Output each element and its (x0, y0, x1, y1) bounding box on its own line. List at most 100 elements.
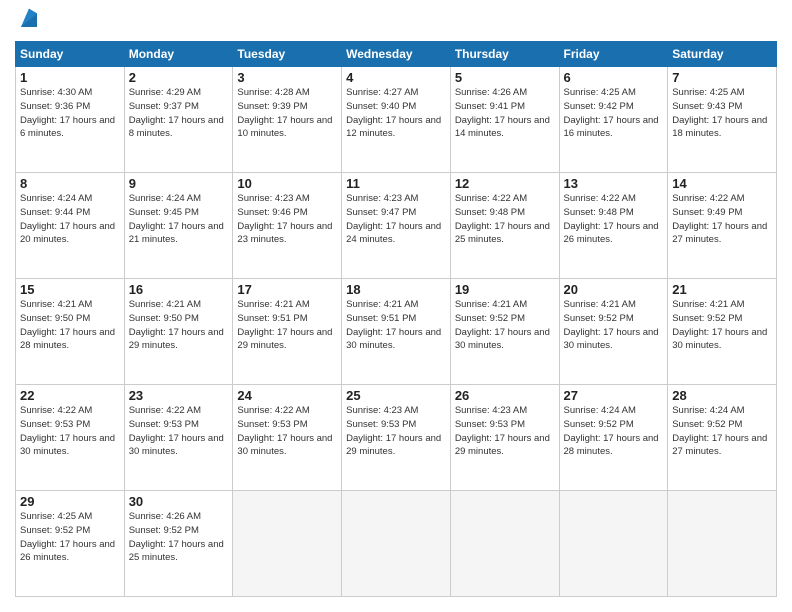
day-number: 23 (129, 388, 229, 403)
sunrise-label: Sunrise: 4:22 AM (672, 193, 744, 204)
day-number: 29 (20, 494, 120, 509)
day-info: Sunrise: 4:23 AM Sunset: 9:46 PM Dayligh… (237, 192, 337, 247)
day-number: 26 (455, 388, 555, 403)
calendar-cell (559, 491, 668, 597)
sunrise-label: Sunrise: 4:24 AM (20, 193, 92, 204)
day-number: 17 (237, 282, 337, 297)
sunset-label: Sunset: 9:52 PM (455, 313, 525, 324)
day-number: 12 (455, 176, 555, 191)
daylight-label: Daylight: 17 hours and 18 minutes. (672, 115, 767, 140)
calendar-header-sunday: Sunday (16, 42, 125, 67)
calendar-cell: 10 Sunrise: 4:23 AM Sunset: 9:46 PM Dayl… (233, 173, 342, 279)
sunrise-label: Sunrise: 4:27 AM (346, 87, 418, 98)
sunset-label: Sunset: 9:49 PM (672, 207, 742, 218)
day-info: Sunrise: 4:21 AM Sunset: 9:51 PM Dayligh… (237, 298, 337, 353)
sunset-label: Sunset: 9:40 PM (346, 101, 416, 112)
calendar-week-2: 8 Sunrise: 4:24 AM Sunset: 9:44 PM Dayli… (16, 173, 777, 279)
daylight-label: Daylight: 17 hours and 27 minutes. (672, 433, 767, 458)
day-info: Sunrise: 4:24 AM Sunset: 9:45 PM Dayligh… (129, 192, 229, 247)
sunrise-label: Sunrise: 4:30 AM (20, 87, 92, 98)
daylight-label: Daylight: 17 hours and 29 minutes. (455, 433, 550, 458)
sunset-label: Sunset: 9:52 PM (564, 419, 634, 430)
daylight-label: Daylight: 17 hours and 30 minutes. (672, 327, 767, 352)
day-info: Sunrise: 4:23 AM Sunset: 9:53 PM Dayligh… (346, 404, 446, 459)
calendar-week-1: 1 Sunrise: 4:30 AM Sunset: 9:36 PM Dayli… (16, 67, 777, 173)
day-number: 24 (237, 388, 337, 403)
daylight-label: Daylight: 17 hours and 8 minutes. (129, 115, 224, 140)
day-number: 14 (672, 176, 772, 191)
sunrise-label: Sunrise: 4:22 AM (237, 405, 309, 416)
sunset-label: Sunset: 9:44 PM (20, 207, 90, 218)
sunrise-label: Sunrise: 4:25 AM (672, 87, 744, 98)
sunrise-label: Sunrise: 4:25 AM (564, 87, 636, 98)
daylight-label: Daylight: 17 hours and 29 minutes. (129, 327, 224, 352)
day-info: Sunrise: 4:26 AM Sunset: 9:52 PM Dayligh… (129, 510, 229, 565)
sunset-label: Sunset: 9:52 PM (20, 525, 90, 536)
daylight-label: Daylight: 17 hours and 6 minutes. (20, 115, 115, 140)
day-info: Sunrise: 4:22 AM Sunset: 9:53 PM Dayligh… (20, 404, 120, 459)
calendar-cell: 19 Sunrise: 4:21 AM Sunset: 9:52 PM Dayl… (450, 279, 559, 385)
sunset-label: Sunset: 9:53 PM (20, 419, 90, 430)
calendar-cell: 15 Sunrise: 4:21 AM Sunset: 9:50 PM Dayl… (16, 279, 125, 385)
day-info: Sunrise: 4:21 AM Sunset: 9:51 PM Dayligh… (346, 298, 446, 353)
calendar-week-5: 29 Sunrise: 4:25 AM Sunset: 9:52 PM Dayl… (16, 491, 777, 597)
daylight-label: Daylight: 17 hours and 30 minutes. (346, 327, 441, 352)
day-info: Sunrise: 4:21 AM Sunset: 9:52 PM Dayligh… (672, 298, 772, 353)
day-info: Sunrise: 4:30 AM Sunset: 9:36 PM Dayligh… (20, 86, 120, 141)
calendar-cell: 18 Sunrise: 4:21 AM Sunset: 9:51 PM Dayl… (342, 279, 451, 385)
sunset-label: Sunset: 9:52 PM (672, 419, 742, 430)
day-info: Sunrise: 4:24 AM Sunset: 9:52 PM Dayligh… (672, 404, 772, 459)
calendar-cell: 7 Sunrise: 4:25 AM Sunset: 9:43 PM Dayli… (668, 67, 777, 173)
sunrise-label: Sunrise: 4:24 AM (564, 405, 636, 416)
daylight-label: Daylight: 17 hours and 20 minutes. (20, 221, 115, 246)
day-number: 3 (237, 70, 337, 85)
calendar-cell: 14 Sunrise: 4:22 AM Sunset: 9:49 PM Dayl… (668, 173, 777, 279)
sunset-label: Sunset: 9:53 PM (129, 419, 199, 430)
sunrise-label: Sunrise: 4:23 AM (346, 405, 418, 416)
daylight-label: Daylight: 17 hours and 29 minutes. (346, 433, 441, 458)
sunrise-label: Sunrise: 4:22 AM (564, 193, 636, 204)
sunset-label: Sunset: 9:48 PM (455, 207, 525, 218)
day-info: Sunrise: 4:22 AM Sunset: 9:48 PM Dayligh… (455, 192, 555, 247)
daylight-label: Daylight: 17 hours and 26 minutes. (20, 539, 115, 564)
day-number: 1 (20, 70, 120, 85)
sunrise-label: Sunrise: 4:21 AM (564, 299, 636, 310)
sunset-label: Sunset: 9:42 PM (564, 101, 634, 112)
sunrise-label: Sunrise: 4:28 AM (237, 87, 309, 98)
sunset-label: Sunset: 9:53 PM (455, 419, 525, 430)
calendar-table: SundayMondayTuesdayWednesdayThursdayFrid… (15, 41, 777, 597)
sunset-label: Sunset: 9:52 PM (564, 313, 634, 324)
day-number: 13 (564, 176, 664, 191)
daylight-label: Daylight: 17 hours and 28 minutes. (20, 327, 115, 352)
sunrise-label: Sunrise: 4:24 AM (129, 193, 201, 204)
calendar-cell: 12 Sunrise: 4:22 AM Sunset: 9:48 PM Dayl… (450, 173, 559, 279)
day-info: Sunrise: 4:25 AM Sunset: 9:42 PM Dayligh… (564, 86, 664, 141)
calendar-cell: 3 Sunrise: 4:28 AM Sunset: 9:39 PM Dayli… (233, 67, 342, 173)
daylight-label: Daylight: 17 hours and 26 minutes. (564, 221, 659, 246)
daylight-label: Daylight: 17 hours and 16 minutes. (564, 115, 659, 140)
day-info: Sunrise: 4:21 AM Sunset: 9:50 PM Dayligh… (129, 298, 229, 353)
sunrise-label: Sunrise: 4:21 AM (455, 299, 527, 310)
page: SundayMondayTuesdayWednesdayThursdayFrid… (0, 0, 792, 612)
sunrise-label: Sunrise: 4:21 AM (237, 299, 309, 310)
day-number: 9 (129, 176, 229, 191)
calendar-header-monday: Monday (124, 42, 233, 67)
day-info: Sunrise: 4:21 AM Sunset: 9:52 PM Dayligh… (455, 298, 555, 353)
calendar-cell: 30 Sunrise: 4:26 AM Sunset: 9:52 PM Dayl… (124, 491, 233, 597)
day-number: 2 (129, 70, 229, 85)
logo (15, 15, 41, 31)
sunrise-label: Sunrise: 4:22 AM (20, 405, 92, 416)
day-number: 6 (564, 70, 664, 85)
sunset-label: Sunset: 9:37 PM (129, 101, 199, 112)
calendar-cell: 17 Sunrise: 4:21 AM Sunset: 9:51 PM Dayl… (233, 279, 342, 385)
day-info: Sunrise: 4:24 AM Sunset: 9:44 PM Dayligh… (20, 192, 120, 247)
day-info: Sunrise: 4:26 AM Sunset: 9:41 PM Dayligh… (455, 86, 555, 141)
calendar-cell: 11 Sunrise: 4:23 AM Sunset: 9:47 PM Dayl… (342, 173, 451, 279)
sunrise-label: Sunrise: 4:24 AM (672, 405, 744, 416)
sunrise-label: Sunrise: 4:21 AM (346, 299, 418, 310)
calendar-header-wednesday: Wednesday (342, 42, 451, 67)
day-number: 21 (672, 282, 772, 297)
calendar-cell: 4 Sunrise: 4:27 AM Sunset: 9:40 PM Dayli… (342, 67, 451, 173)
day-number: 22 (20, 388, 120, 403)
daylight-label: Daylight: 17 hours and 29 minutes. (237, 327, 332, 352)
